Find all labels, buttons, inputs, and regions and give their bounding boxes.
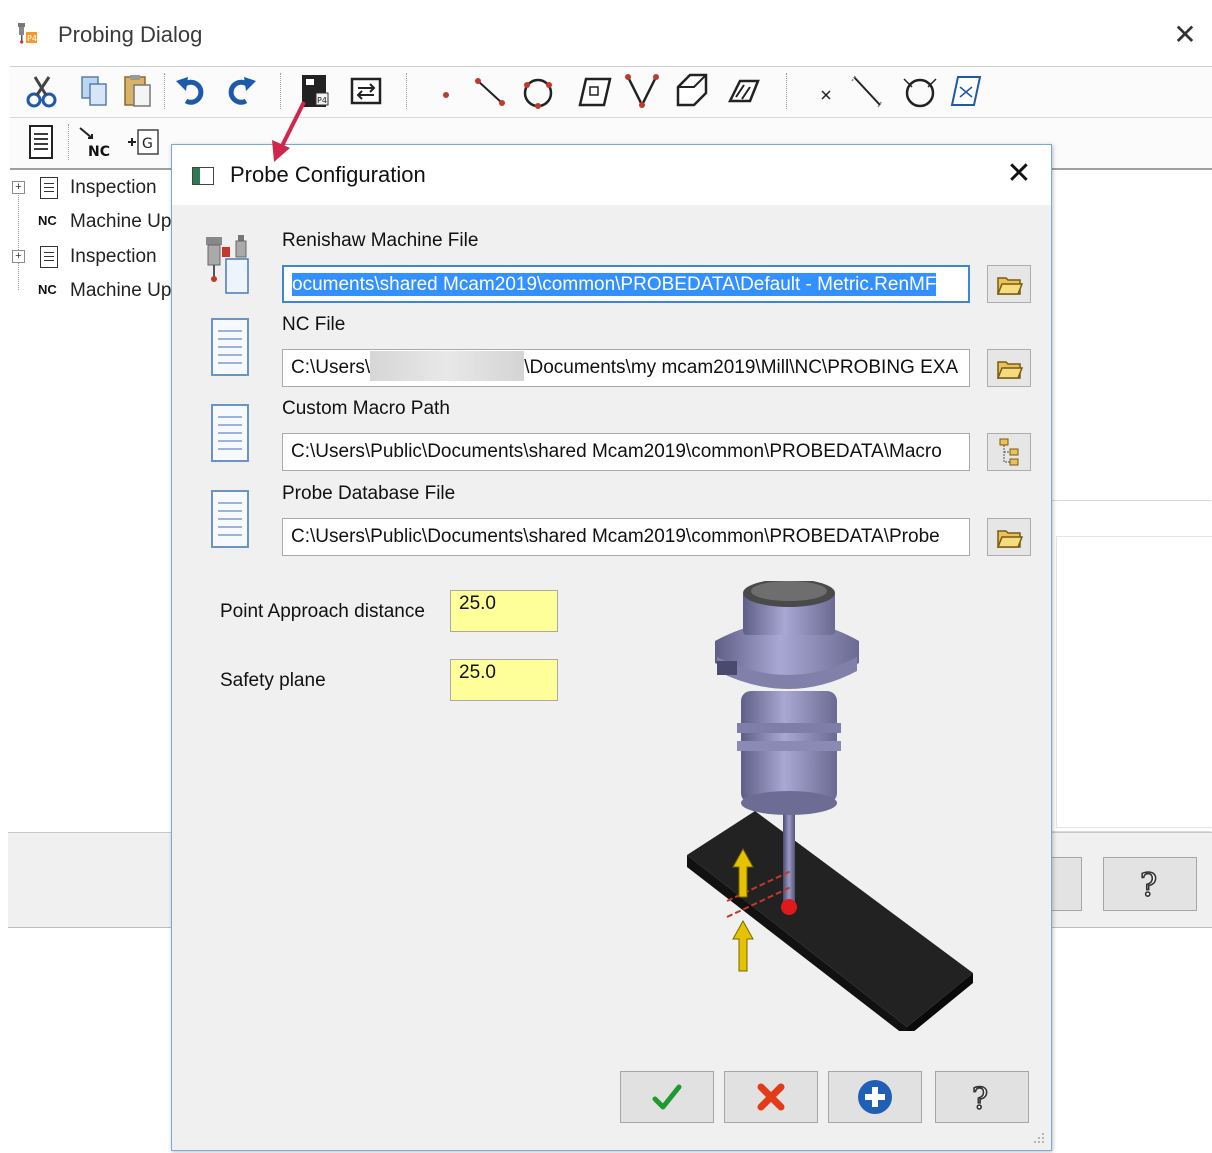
database-file-icon [211, 490, 249, 548]
nc-file-value-prefix: C:\Users\ [291, 357, 371, 378]
renishaw-file-input[interactable]: ocuments\shared Mcam2019\common\PROBEDAT… [282, 265, 970, 303]
help-glyph: ? [1140, 866, 1157, 904]
renishaw-file-value: ocuments\shared Mcam2019\common\PROBEDAT… [292, 273, 937, 296]
point-approach-label: Point Approach distance [220, 601, 425, 622]
nc-file-value-suffix: \Documents\my mcam2019\Mill\NC\PROBING E… [524, 357, 959, 378]
nc-file-label: NC File [282, 314, 346, 335]
operation-tree: + Inspection NC Machine Up + Inspection … [10, 172, 180, 312]
g-code-label: G [142, 136, 153, 152]
nc-output-label: NC [88, 144, 110, 160]
close-button[interactable]: ✕ [1002, 157, 1036, 191]
parent-toolbar-1: P4 [10, 66, 1212, 118]
plane-icon[interactable] [576, 71, 616, 111]
parent-help-button[interactable]: ? [1103, 857, 1197, 911]
browse-renishaw-button[interactable] [987, 265, 1031, 303]
undo-icon[interactable] [172, 71, 212, 111]
expand-icon[interactable]: + [12, 250, 25, 263]
parent-title-bar: P4 Probing Dialog ✕ [12, 14, 1202, 54]
annotation-arrow [272, 101, 306, 162]
help-glyph: ? [972, 1082, 988, 1117]
tree-item[interactable]: + Inspection [10, 174, 180, 202]
folder-tree-icon [999, 438, 1019, 466]
paste-icon[interactable] [118, 71, 158, 111]
nc-file-icon [211, 318, 249, 376]
probing-app-icon: P4 [18, 23, 37, 44]
tree-item[interactable]: + Inspection [10, 243, 180, 271]
macro-path-input[interactable]: C:\Users\Public\Documents\shared Mcam201… [282, 433, 970, 471]
measure-circle-icon[interactable] [900, 71, 940, 111]
tree-item-label: Machine Up [70, 211, 172, 232]
surface-icon[interactable] [724, 71, 764, 111]
redacted-username [370, 350, 525, 381]
open-folder-icon [996, 361, 1024, 379]
nc-icon: NC [38, 213, 57, 228]
browse-macro-folder-button[interactable] [987, 433, 1031, 471]
svg-text:P4: P4 [27, 34, 37, 43]
point-approach-input[interactable]: 25.0 [450, 590, 558, 632]
point-icon[interactable] [426, 71, 466, 111]
tree-item[interactable]: NC Machine Up [10, 208, 180, 236]
database-file-value: C:\Users\Public\Documents\shared Mcam201… [291, 526, 940, 547]
check-icon [652, 1084, 682, 1110]
nc-file-input[interactable]: C:\Users\ \Documents\my mcam2019\Mill\NC\… [282, 349, 970, 387]
ok-button[interactable] [620, 1071, 714, 1123]
circle-icon[interactable] [518, 71, 558, 111]
macro-path-icon [211, 404, 249, 462]
cancel-button[interactable] [724, 1071, 818, 1123]
document-icon [40, 246, 58, 268]
tree-item-label: Inspection [70, 246, 157, 267]
renishaw-file-label: Renishaw Machine File [282, 230, 479, 251]
toolbar-separator [68, 124, 71, 160]
measure-plane-icon[interactable] [946, 71, 986, 111]
open-folder-icon [996, 530, 1024, 548]
expand-icon[interactable]: + [12, 181, 25, 194]
database-file-label: Probe Database File [282, 483, 456, 504]
probe-illustration [687, 581, 973, 1031]
measure-line-icon[interactable] [846, 71, 886, 111]
renishaw-machine-icon [206, 235, 249, 294]
help-button[interactable]: ? [935, 1071, 1029, 1123]
plus-icon [858, 1080, 892, 1114]
swap-icon[interactable] [346, 71, 386, 111]
x-icon [757, 1083, 785, 1111]
nc-icon: NC [38, 282, 57, 297]
open-folder-icon [996, 277, 1024, 295]
toolbar-separator [786, 73, 789, 109]
macro-path-value: C:\Users\Public\Documents\shared Mcam201… [291, 441, 942, 462]
resize-grip-icon[interactable] [1032, 1131, 1046, 1145]
redo-icon[interactable] [220, 71, 260, 111]
safety-plane-input[interactable]: 25.0 [450, 659, 558, 701]
toolbar-separator [164, 73, 167, 109]
copy-icon[interactable] [74, 71, 114, 111]
document-icon [40, 177, 58, 199]
help-icon: ? [971, 1081, 989, 1117]
database-file-input[interactable]: C:\Users\Public\Documents\shared Mcam201… [282, 518, 970, 556]
tree-item-label: Inspection [70, 177, 157, 198]
nc-output-icon[interactable]: NC [74, 122, 114, 162]
window-icon [192, 167, 214, 185]
line-icon[interactable] [470, 71, 510, 111]
angle-icon[interactable] [622, 71, 662, 111]
help-icon: ? [1139, 865, 1158, 905]
probe-configuration-dialog: Probe Configuration ✕ Renishaw Machine F… [171, 144, 1052, 1151]
safety-plane-label: Safety plane [220, 670, 326, 691]
solid-icon[interactable] [672, 71, 712, 111]
cross-point-icon[interactable] [806, 71, 846, 111]
tree-item[interactable]: NC Machine Up [10, 277, 180, 305]
document-icon[interactable] [20, 122, 60, 162]
parent-side-panel-inner [1056, 536, 1212, 828]
tree-item-label: Machine Up [70, 280, 172, 301]
add-g-code-icon[interactable]: G [124, 122, 164, 162]
browse-nc-button[interactable] [987, 349, 1031, 387]
parent-window-title: Probing Dialog [58, 22, 203, 47]
toolbar-separator [406, 73, 409, 109]
browse-database-button[interactable] [987, 518, 1031, 556]
dialog-title: Probe Configuration [230, 162, 426, 187]
parent-close-icon[interactable]: ✕ [1170, 20, 1200, 50]
macro-path-label: Custom Macro Path [282, 398, 450, 419]
cut-icon[interactable] [22, 71, 62, 111]
add-button[interactable] [828, 1071, 922, 1123]
